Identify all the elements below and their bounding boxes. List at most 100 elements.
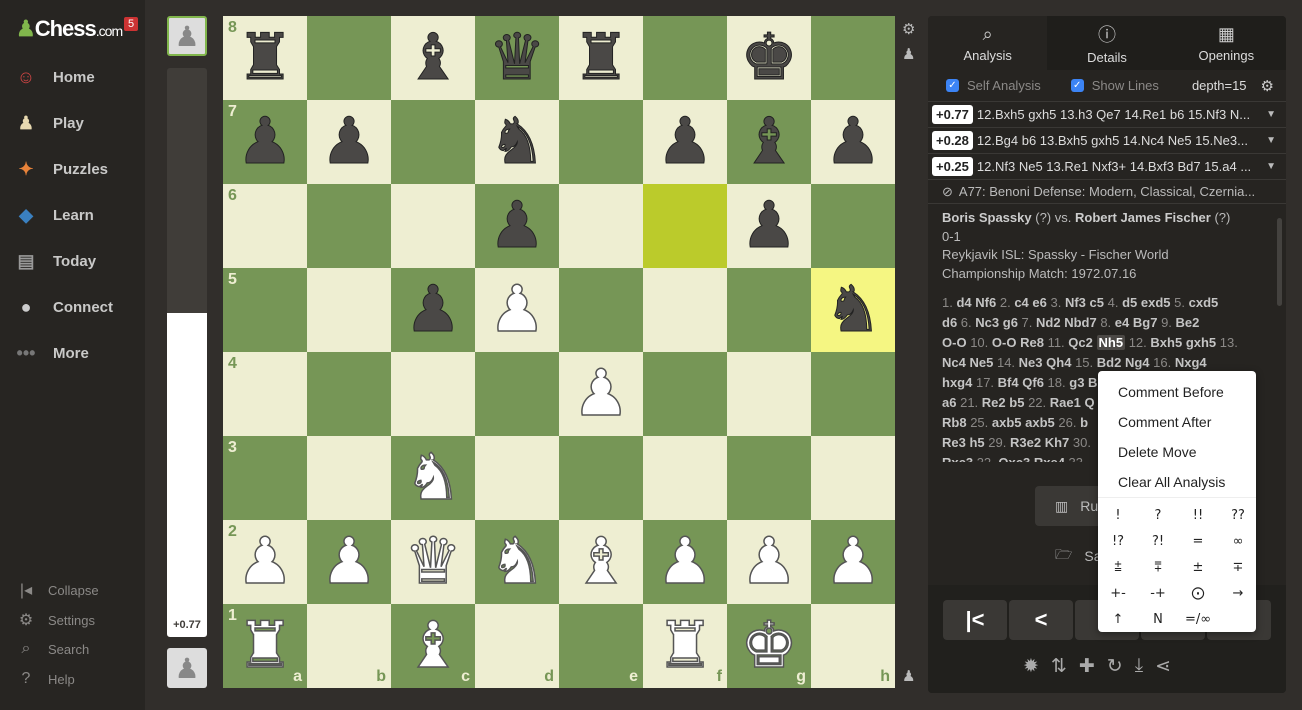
- move[interactable]: Be2: [1176, 315, 1200, 330]
- square-f6[interactable]: [643, 184, 727, 268]
- sidebar-item-play[interactable]: ♟ Play: [13, 110, 84, 136]
- black-bishop-piece[interactable]: ♝: [404, 26, 462, 91]
- square-c7[interactable]: [391, 100, 475, 184]
- square-b7[interactable]: ♟: [307, 100, 391, 184]
- white-pawn-piece[interactable]: ♟: [572, 361, 631, 427]
- square-g2[interactable]: ♟: [727, 520, 811, 604]
- square-f7[interactable]: ♟: [643, 100, 727, 184]
- move[interactable]: Nc4: [942, 355, 966, 370]
- square-a3[interactable]: 3: [223, 436, 307, 520]
- black-pawn-piece[interactable]: ♟: [404, 278, 462, 343]
- expand-chevron-down-icon[interactable]: ▼: [1266, 109, 1276, 120]
- white-knight-piece[interactable]: ♞: [404, 445, 463, 511]
- annotation-symbol[interactable]: ⨀: [1178, 580, 1218, 606]
- black-pawn-piece[interactable]: ♟: [320, 110, 378, 175]
- square-h8[interactable]: [811, 16, 895, 100]
- chess-com-logo[interactable]: ♟Chess.com: [16, 16, 123, 42]
- square-a1[interactable]: 1 a ♜: [223, 604, 307, 688]
- square-d1[interactable]: d: [475, 604, 559, 688]
- move[interactable]: Rb8: [942, 415, 967, 430]
- square-e5[interactable]: [559, 268, 643, 352]
- board-settings-gear-icon[interactable]: ⚙: [902, 20, 915, 38]
- move[interactable]: Nxg4: [1175, 355, 1207, 370]
- white-pawn-piece[interactable]: ♟: [824, 529, 883, 595]
- square-g6[interactable]: ♟: [727, 184, 811, 268]
- move[interactable]: Bxh5: [1150, 335, 1182, 350]
- move[interactable]: Re2: [982, 395, 1006, 410]
- move[interactable]: hxg4: [942, 375, 972, 390]
- square-g3[interactable]: [727, 436, 811, 520]
- move[interactable]: Ne3: [1019, 355, 1043, 370]
- annotation-symbol[interactable]: ⩱: [1138, 554, 1178, 580]
- annotation-symbol[interactable]: →: [1218, 580, 1258, 606]
- annotation-symbol[interactable]: ??: [1218, 502, 1258, 528]
- square-f8[interactable]: [643, 16, 727, 100]
- black-queen-piece[interactable]: ♛: [488, 26, 546, 91]
- move[interactable]: gxh5: [1186, 335, 1216, 350]
- square-e3[interactable]: [559, 436, 643, 520]
- black-pawn-piece[interactable]: ♟: [488, 194, 546, 259]
- black-pawn-piece[interactable]: ♟: [824, 110, 882, 175]
- annotation-symbol[interactable]: ?!: [1138, 528, 1178, 554]
- square-b6[interactable]: [307, 184, 391, 268]
- move[interactable]: Bd2: [1097, 355, 1122, 370]
- engine-line[interactable]: +0.28 12.Bg4 b6 13.Bxh5 gxh5 14.Nc4 Ne5 1…: [928, 128, 1286, 154]
- move[interactable]: Q: [1084, 395, 1094, 410]
- move[interactable]: c4: [1014, 295, 1028, 310]
- move[interactable]: Rxc3: [942, 455, 973, 462]
- opponent-avatar[interactable]: ♟: [167, 16, 207, 56]
- engine-settings-gear-icon[interactable]: ⚙: [1261, 77, 1274, 95]
- first-move-button[interactable]: |<: [943, 600, 1007, 640]
- move[interactable]: e6: [1032, 295, 1046, 310]
- square-c1[interactable]: c ♝: [391, 604, 475, 688]
- move[interactable]: Qh4: [1046, 355, 1071, 370]
- notification-badge[interactable]: 5: [124, 17, 139, 31]
- square-d4[interactable]: [475, 352, 559, 436]
- menu-item-comment-after[interactable]: Comment After: [1098, 407, 1256, 437]
- reset-icon[interactable]: ↻: [1107, 655, 1123, 678]
- square-h6[interactable]: [811, 184, 895, 268]
- move[interactable]: Nc3: [975, 315, 999, 330]
- show-lines-checkbox[interactable]: ✓: [1070, 79, 1084, 92]
- sidebar-item-learn[interactable]: ◆ Learn: [13, 202, 94, 228]
- black-king-piece[interactable]: ♚: [740, 26, 798, 91]
- expand-chevron-down-icon[interactable]: ▼: [1266, 135, 1276, 146]
- sidebar-item-home[interactable]: ☺ Home: [13, 64, 95, 90]
- annotation-symbol[interactable]: !: [1098, 502, 1138, 528]
- annotation-symbol[interactable]: ∞: [1218, 528, 1258, 554]
- white-knight-piece[interactable]: ♞: [488, 529, 547, 595]
- square-d3[interactable]: [475, 436, 559, 520]
- annotation-symbol[interactable]: !!: [1178, 502, 1218, 528]
- square-f1[interactable]: f ♜: [643, 604, 727, 688]
- menu-item-clear-all-analysis[interactable]: Clear All Analysis: [1098, 467, 1256, 497]
- tab-details[interactable]: ⓘ Details: [1047, 16, 1167, 70]
- move[interactable]: Ne5: [969, 355, 993, 370]
- annotation-symbol[interactable]: =/∞: [1178, 606, 1218, 632]
- square-e8[interactable]: ♜: [559, 16, 643, 100]
- move[interactable]: Nd2: [1036, 315, 1061, 330]
- player-icon[interactable]: ♟: [902, 667, 915, 685]
- download-icon[interactable]: ⤓: [1135, 655, 1143, 678]
- square-d5[interactable]: ♟: [475, 268, 559, 352]
- square-h4[interactable]: [811, 352, 895, 436]
- move[interactable]: d5: [1122, 295, 1137, 310]
- move[interactable]: Nf3: [1065, 295, 1086, 310]
- white-pawn-piece[interactable]: ♟: [488, 277, 547, 343]
- square-b4[interactable]: [307, 352, 391, 436]
- square-e1[interactable]: e: [559, 604, 643, 688]
- square-d6[interactable]: ♟: [475, 184, 559, 268]
- sidebar-item-more[interactable]: ••• More: [13, 340, 89, 366]
- square-e6[interactable]: [559, 184, 643, 268]
- annotation-symbol[interactable]: N: [1138, 606, 1178, 632]
- tab-openings[interactable]: ▦ Openings: [1166, 16, 1286, 70]
- square-g8[interactable]: ♚: [727, 16, 811, 100]
- player-icon[interactable]: ♟: [902, 45, 915, 63]
- annotation-symbol[interactable]: ?: [1138, 502, 1178, 528]
- sidebar-item-help[interactable]: ? Help: [16, 670, 75, 688]
- square-a8[interactable]: 8 ♜: [223, 16, 307, 100]
- move[interactable]: e4: [1115, 315, 1129, 330]
- square-b2[interactable]: ♟: [307, 520, 391, 604]
- black-rook-piece[interactable]: ♜: [236, 26, 294, 91]
- annotation-symbol[interactable]: ∓: [1218, 554, 1258, 580]
- square-h3[interactable]: [811, 436, 895, 520]
